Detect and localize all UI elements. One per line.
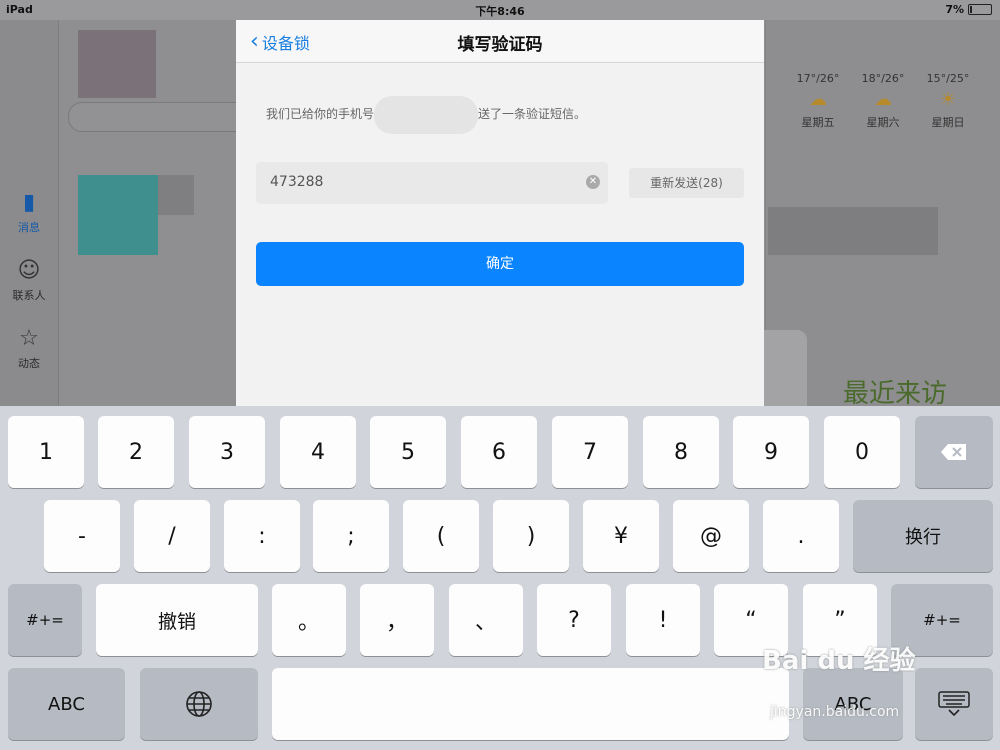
return-key[interactable]: 换行 — [853, 500, 993, 572]
key[interactable]: 9 — [733, 416, 809, 488]
sidebar: ▮ 消息 ☺ 联系人 ☆ 动态 — [0, 20, 59, 406]
symbols-key-left[interactable]: #+= — [8, 584, 82, 656]
blurred-avatar — [78, 30, 156, 98]
hint-suffix: 送了一条验证短信。 — [478, 107, 587, 121]
weather-day-label: 星期日 — [931, 116, 965, 129]
watermark-url: jingyan.baidu.com — [770, 704, 900, 720]
weather-temp: 18°/26° — [861, 72, 905, 85]
sun-icon: ☀ — [939, 89, 957, 110]
weather-day: 18°/26° ☁ 星期六 — [853, 72, 913, 130]
key[interactable]: ¥ — [583, 500, 659, 572]
key[interactable]: 。 — [272, 584, 346, 656]
key[interactable]: ) — [493, 500, 569, 572]
key[interactable]: 8 — [643, 416, 719, 488]
clear-icon[interactable]: ✕ — [586, 175, 600, 189]
keyboard: 1 2 3 4 5 6 7 8 9 0 - / : ; ( ) ¥ @ . 换行… — [0, 406, 1000, 750]
key[interactable]: 3 — [189, 416, 265, 488]
key[interactable]: 6 — [461, 416, 537, 488]
sidebar-item-label: 动态 — [18, 357, 40, 370]
space-key[interactable] — [272, 668, 789, 740]
battery-icon — [968, 4, 992, 15]
backspace-icon — [941, 444, 966, 460]
key[interactable]: / — [134, 500, 210, 572]
weather-day: 17°/26° ☁ 星期五 — [788, 72, 848, 130]
key[interactable]: 5 — [370, 416, 446, 488]
sidebar-item-label: 联系人 — [12, 289, 46, 302]
baidu-watermark: Bai du 经验 — [762, 646, 916, 676]
sidebar-item-messages[interactable]: ▮ 消息 — [0, 190, 58, 235]
key[interactable]: 、 — [449, 584, 523, 656]
battery-indicator: 7% — [945, 3, 992, 16]
weather-temp: 15°/25° — [926, 72, 970, 85]
key[interactable]: 7 — [552, 416, 628, 488]
cloud-icon: ☁ — [874, 89, 892, 110]
blurred-name — [158, 175, 194, 215]
status-time: 下午8:46 — [475, 5, 525, 18]
key[interactable]: ， — [360, 584, 434, 656]
message-icon: ▮ — [22, 190, 36, 215]
hide-keyboard-key[interactable] — [915, 668, 993, 740]
key[interactable]: 1 — [8, 416, 84, 488]
key[interactable]: : — [224, 500, 300, 572]
star-icon: ☆ — [19, 326, 39, 351]
key[interactable]: 4 — [280, 416, 356, 488]
backspace-button[interactable] — [915, 416, 993, 488]
weather-day-label: 星期五 — [801, 116, 835, 129]
verification-code-input[interactable]: 473288 ✕ — [256, 162, 608, 204]
globe-key[interactable] — [140, 668, 258, 740]
keyboard-dismiss-icon — [938, 691, 970, 717]
key[interactable]: ; — [313, 500, 389, 572]
key[interactable]: ! — [626, 584, 700, 656]
blurred-content — [768, 207, 938, 255]
blurred-avatar — [78, 175, 158, 255]
key[interactable]: @ — [673, 500, 749, 572]
status-bar: iPad 下午8:46 7% — [0, 0, 1000, 20]
dialog-title: 填写验证码 — [457, 35, 543, 55]
sidebar-item-feed[interactable]: ☆ 动态 — [0, 326, 58, 371]
confirm-button[interactable]: 确定 — [256, 242, 744, 286]
dialog-header: ‹ 设备锁 填写验证码 — [236, 20, 764, 63]
code-value: 473288 — [270, 174, 324, 190]
undo-key[interactable]: 撤销 — [96, 584, 258, 656]
key[interactable]: 0 — [824, 416, 900, 488]
sidebar-item-label: 消息 — [18, 221, 40, 234]
weather-day-label: 星期六 — [866, 116, 900, 129]
battery-percent: 7% — [945, 3, 964, 16]
sms-hint: 我们已给你的手机号 送了一条验证短信。 — [266, 95, 587, 134]
key[interactable]: ( — [403, 500, 479, 572]
redacted-phone — [374, 95, 479, 134]
key[interactable]: 2 — [98, 416, 174, 488]
verification-dialog: ‹ 设备锁 填写验证码 我们已给你的手机号 送了一条验证短信。 473288 ✕ … — [236, 20, 764, 406]
weather-temp: 17°/26° — [796, 72, 840, 85]
contacts-icon: ☺ — [17, 258, 41, 283]
weather-day: 15°/25° ☀ 星期日 — [918, 72, 978, 130]
key[interactable]: . — [763, 500, 839, 572]
key[interactable]: ? — [537, 584, 611, 656]
abc-key-left[interactable]: ABC — [8, 668, 125, 740]
recent-visitors-label: 最近来访 — [843, 379, 948, 409]
key[interactable]: - — [44, 500, 120, 572]
resend-button[interactable]: 重新发送(28) — [629, 168, 744, 198]
cloudy-sun-icon: ☁ — [809, 89, 827, 110]
sidebar-item-contacts[interactable]: ☺ 联系人 — [0, 258, 58, 303]
hint-prefix: 我们已给你的手机号 — [266, 107, 375, 121]
globe-icon — [186, 691, 212, 717]
